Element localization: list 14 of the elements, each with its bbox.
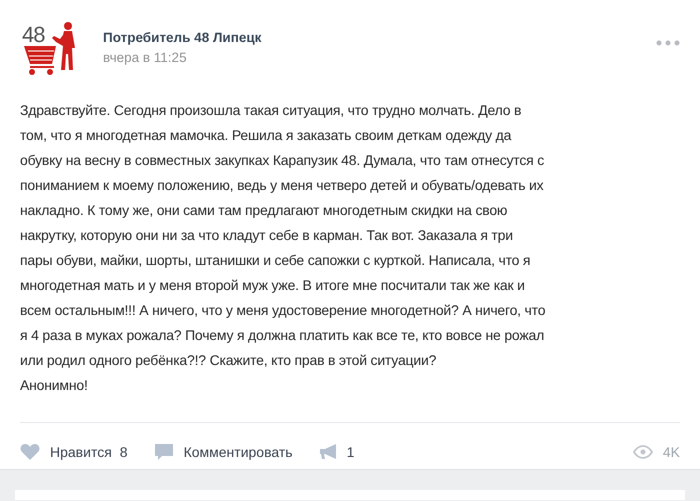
megaphone-icon xyxy=(318,443,339,461)
comment-button[interactable]: Комментировать xyxy=(154,443,293,461)
post-signature: Анонимно! xyxy=(20,376,89,395)
eye-icon xyxy=(632,445,653,459)
view-count: 4K xyxy=(662,444,680,460)
speech-bubble-icon xyxy=(154,443,174,461)
avatar-logo[interactable]: 48 xyxy=(20,18,80,78)
heart-icon xyxy=(20,443,40,461)
logo-number: 48 xyxy=(22,22,44,48)
share-button[interactable]: 1 xyxy=(318,443,354,461)
author-link[interactable]: Потребитель 48 Липецк xyxy=(103,30,262,45)
like-button[interactable]: Нравится 8 xyxy=(20,443,128,461)
more-icon[interactable] xyxy=(656,40,680,46)
post-text: Здравствуйте. Сегодня произошла такая ситуация, что трудно молчать. Дело в том, что я многодетная мамочка. Решила я заказать своим деткам одежду да обувку на весну в совместных закупках Карапузик 48. Думала, что там отнесутся с пониманием к моему положению, ведь у меня четверо детей и обувать/одевать их накладно. К тому же, они сами там предлагают многодетным скидки на свою накрутку, которую они ни за что кладут себе в карман. Так вот. Заказала я три пары обуви, майки, шорты, штанишки и себе сапожки с курткой. Написала, что я многодетная мать и у меня второй муж уже. В итоге мне посчитали так же как и всем остальным!!! А ничего, что у меня удостоверение многодетной? А ничего, что я 4 раза в муках рожала? Почему я должна платить как все те, кто вовсе не рожал или родил одного ребёнка?!? Скажите, кто прав в этой ситуации? xyxy=(20,101,546,370)
